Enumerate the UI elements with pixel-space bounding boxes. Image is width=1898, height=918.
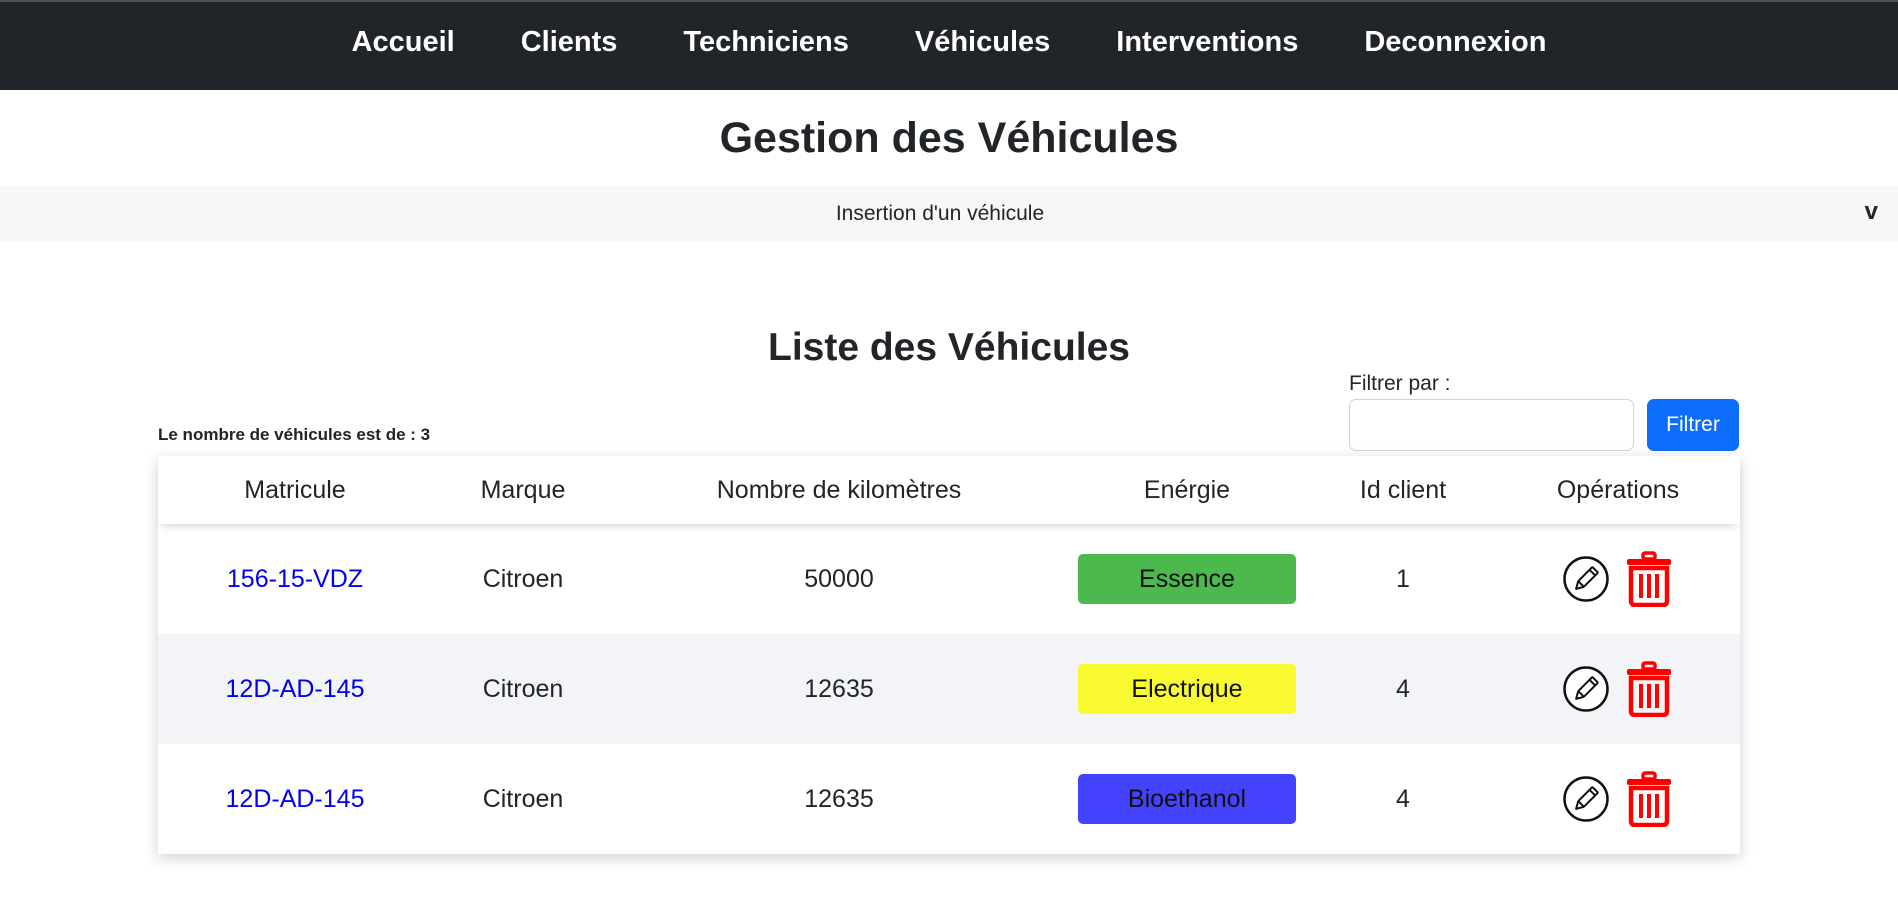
id-client-cell: 4 bbox=[1396, 784, 1410, 813]
table-row: 12D-AD-145 Citroen 12635 Bioethanol 4 bbox=[158, 744, 1740, 854]
accordion-label: Insertion d'un véhicule bbox=[835, 201, 1045, 225]
header-matricule: Matricule bbox=[244, 475, 346, 504]
energie-badge: Essence bbox=[1078, 554, 1296, 604]
vehicle-count: Le nombre de véhicules est de : 3 bbox=[158, 425, 431, 444]
edit-icon[interactable] bbox=[1562, 555, 1610, 603]
energie-cell: Essence bbox=[1064, 554, 1310, 604]
matricule-link[interactable]: 12D-AD-145 bbox=[158, 785, 432, 814]
header-id-client: Id client bbox=[1359, 475, 1447, 504]
table-row: 12D-AD-145 Citroen 12635 Electrique 4 bbox=[158, 634, 1740, 744]
filter-input[interactable] bbox=[1349, 399, 1634, 451]
filter-label: Filtrer par : bbox=[1349, 372, 1451, 395]
nav-deconnexion[interactable]: Deconnexion bbox=[1364, 26, 1546, 59]
edit-icon[interactable] bbox=[1562, 775, 1610, 823]
header-kilometres: Nombre de kilomètres bbox=[716, 475, 962, 504]
chevron-down-icon[interactable]: v bbox=[1865, 198, 1878, 226]
header-operations: Opérations bbox=[1556, 475, 1680, 504]
matricule-link[interactable]: 156-15-VDZ bbox=[158, 565, 432, 594]
table-header: Matricule Marque Nombre de kilomètres En… bbox=[158, 456, 1740, 524]
nav-accueil[interactable]: Accueil bbox=[352, 26, 455, 59]
kilometres-cell: 50000 bbox=[804, 564, 874, 593]
trash-icon[interactable] bbox=[1624, 771, 1674, 827]
id-client-cell: 1 bbox=[1396, 564, 1410, 593]
vehicles-table: Matricule Marque Nombre de kilomètres En… bbox=[158, 456, 1740, 854]
marque-cell: Citroen bbox=[482, 674, 564, 703]
operations-cell bbox=[1496, 551, 1740, 607]
energie-cell: Bioethanol bbox=[1064, 774, 1310, 824]
id-client-cell: 4 bbox=[1396, 674, 1410, 703]
header-energie: Enérgie bbox=[1143, 475, 1231, 504]
trash-icon[interactable] bbox=[1624, 661, 1674, 717]
marque-cell: Citroen bbox=[482, 564, 564, 593]
matricule-link[interactable]: 12D-AD-145 bbox=[158, 675, 432, 704]
edit-icon[interactable] bbox=[1562, 665, 1610, 713]
energie-cell: Electrique bbox=[1064, 664, 1310, 714]
marque-cell: Citroen bbox=[482, 784, 564, 813]
operations-cell bbox=[1496, 661, 1740, 717]
operations-cell bbox=[1496, 771, 1740, 827]
kilometres-cell: 12635 bbox=[804, 674, 874, 703]
nav-vehicules[interactable]: Véhicules bbox=[915, 26, 1050, 59]
filter-button[interactable]: Filtrer bbox=[1647, 399, 1739, 451]
insert-vehicle-accordion[interactable]: Insertion d'un véhicule v bbox=[0, 186, 1898, 241]
top-navbar: Accueil Clients Techniciens Véhicules In… bbox=[0, 0, 1898, 90]
page-title: Gestion des Véhicules bbox=[719, 114, 1179, 162]
nav-interventions[interactable]: Interventions bbox=[1116, 26, 1298, 59]
trash-icon[interactable] bbox=[1624, 551, 1674, 607]
energie-badge: Electrique bbox=[1078, 664, 1296, 714]
nav-techniciens[interactable]: Techniciens bbox=[683, 26, 848, 59]
header-marque: Marque bbox=[480, 475, 566, 504]
energie-badge: Bioethanol bbox=[1078, 774, 1296, 824]
list-title: Liste des Véhicules bbox=[768, 326, 1130, 369]
table-row: 156-15-VDZ Citroen 50000 Essence 1 bbox=[158, 524, 1740, 634]
kilometres-cell: 12635 bbox=[804, 784, 874, 813]
nav-clients[interactable]: Clients bbox=[521, 26, 618, 59]
